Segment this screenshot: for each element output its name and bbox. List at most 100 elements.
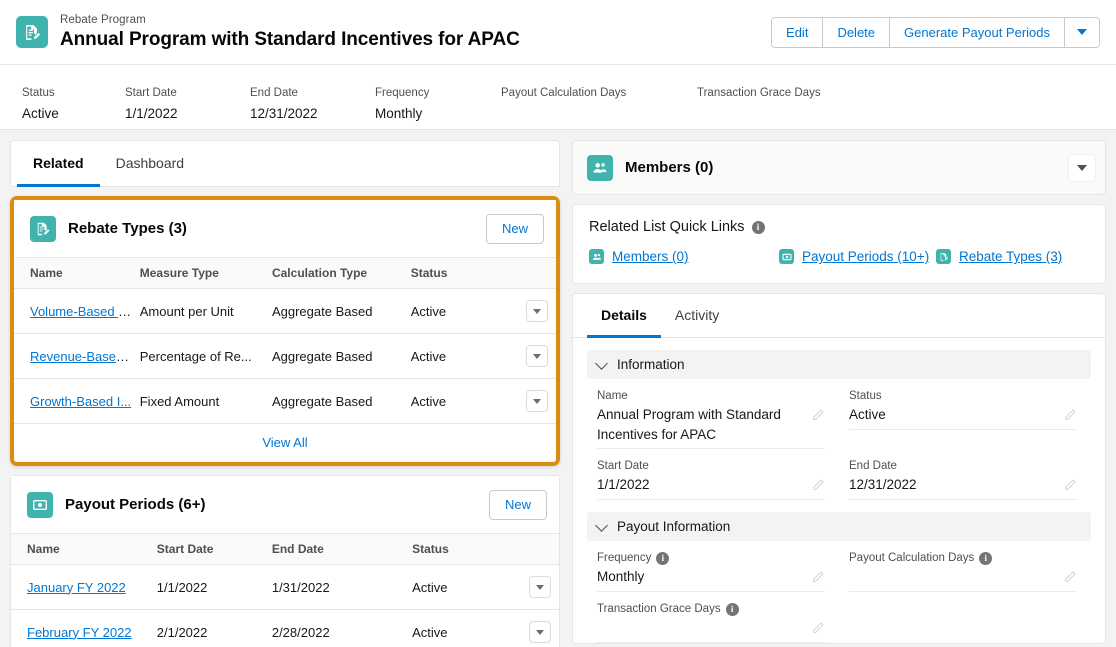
rebate-types-highlight-frame: Rebate Types (3) New NameMeasure TypeCal… [10,196,560,466]
field-value-row[interactable]: Annual Program with Standard Incentives … [597,404,825,449]
highlights-panel: StatusActiveStart Date1/1/2022End Date12… [0,65,1116,130]
edit-button[interactable]: Edit [772,18,823,47]
field-status: StatusActive [839,379,1091,449]
section-title: Information [617,357,685,372]
field-value-row[interactable]: Monthly [597,566,825,592]
field-end-date: End Date12/31/2022 [839,449,1091,500]
edit-pencil-icon[interactable] [1064,408,1077,421]
row-menu-button[interactable] [526,390,548,412]
quick-link-members-0[interactable]: Members (0) [589,249,689,264]
quick-link-rebate-types-3[interactable]: Rebate Types (3) [936,249,1062,264]
payout-periods-cell-end-date: 1/31/2022 [272,565,412,610]
info-icon[interactable]: i [656,552,669,565]
right-column: Members (0) Related List Quick Links i M… [572,140,1106,644]
row-menu-button[interactable] [529,576,551,598]
field-value: 1/1/2022 [597,474,812,495]
chevron-down-icon [533,354,541,359]
payout-periods-col-status: Status [412,534,511,565]
field-start-date: Start Date1/1/2022 [587,449,839,500]
field-label: Frequencyi [597,550,825,566]
tab-dashboard[interactable]: Dashboard [100,142,201,187]
rebate-types-new-button[interactable]: New [486,214,544,244]
payout-periods-row-link[interactable]: January FY 2022 [27,580,126,595]
payout-periods-card: Payout Periods (6+) New NameStart DateEn… [10,475,560,647]
section-fields: FrequencyiMonthlyPayout Calculation Days… [573,541,1105,643]
rebate-types-table: NameMeasure TypeCalculation TypeStatus V… [14,258,556,424]
section-header-payout-information[interactable]: Payout Information [587,512,1091,541]
edit-pencil-icon[interactable] [1064,570,1077,583]
edit-pencil-icon[interactable] [812,408,825,421]
rebate-types-row-actions [508,379,556,424]
payout-periods-col-actions [511,534,559,565]
payout-periods-new-button[interactable]: New [489,490,547,520]
field-label: Transaction Grace Daysi [597,601,825,617]
rebate-types-header: Rebate Types (3) New [14,200,556,258]
more-actions-button[interactable] [1065,18,1099,47]
rebate-types-cell-measure-type: Fixed Amount [140,379,272,424]
field-value-row[interactable] [849,566,1077,592]
details-sections: Information NameAnnual Program with Stand… [573,350,1105,643]
delete-button[interactable]: Delete [823,18,890,47]
rebate-types-row-link[interactable]: Revenue-Based ... [30,349,138,364]
row-menu-button[interactable] [526,345,548,367]
chevron-down-icon [536,630,544,635]
highlight-field-status: StatusActive [22,83,125,124]
info-icon[interactable]: i [726,603,739,616]
rebate-types-header-row: NameMeasure TypeCalculation TypeStatus [14,258,556,289]
chevron-down-icon [1077,165,1087,171]
record-page: Rebate Program Annual Program with Stand… [0,0,1116,647]
left-column: Related Dashboard Rebate Type [10,140,560,647]
payout-periods-col-end-date: End Date [272,534,412,565]
field-value-row[interactable]: 1/1/2022 [597,474,825,500]
edit-pencil-icon[interactable] [812,570,825,583]
payout-periods-row-actions [511,610,559,647]
details-tabs: Details Activity [573,294,1105,338]
members-panel-toggle[interactable] [1069,155,1095,181]
field-value-row[interactable] [597,617,825,643]
rebate-types-col-name: Name [14,258,140,289]
tab-activity[interactable]: Activity [661,295,733,338]
info-icon[interactable]: i [979,552,992,565]
page-title: Annual Program with Standard Incentives … [60,28,520,52]
rebate-types-cell-calculation-type: Aggregate Based [272,379,411,424]
section-fields: NameAnnual Program with Standard Incenti… [573,379,1105,500]
details-card: Details Activity Information NameAnnual P… [572,293,1106,644]
edit-pencil-icon[interactable] [1064,478,1077,491]
quick-link-payout-periods-10[interactable]: Payout Periods (10+) [779,249,929,264]
rebate-types-row-link[interactable]: Growth-Based I... [30,394,131,409]
rebate-types-cell-measure-type: Amount per Unit [140,289,272,334]
rebate-types-view-all[interactable]: View All [14,424,556,462]
record-type-label: Rebate Program [60,13,520,28]
rebate-types-row-link[interactable]: Volume-Based I... [30,304,133,319]
highlight-value: 12/31/2022 [250,104,375,124]
edit-pencil-icon[interactable] [812,478,825,491]
edit-pencil-icon[interactable] [812,621,825,634]
row-menu-button[interactable] [529,621,551,643]
field-value: Monthly [597,566,812,587]
tab-details[interactable]: Details [587,295,661,338]
highlight-label: End Date [250,85,375,102]
row-menu-button[interactable] [526,300,548,322]
section-header-information[interactable]: Information [587,350,1091,379]
quick-link-label: Rebate Types (3) [959,249,1062,264]
rebate-types-cell-calculation-type: Aggregate Based [272,289,411,334]
record-header: Rebate Program Annual Program with Stand… [0,0,1116,65]
info-icon[interactable]: i [752,221,765,234]
field-value: 12/31/2022 [849,474,1064,495]
highlight-label: Payout Calculation Days [501,85,697,102]
chevron-down-icon [536,585,544,590]
field-label: Name [597,388,825,404]
field-value: Active [849,404,1064,425]
field-value-row[interactable]: 12/31/2022 [849,474,1077,500]
highlight-value: 1/1/2022 [125,104,250,124]
tab-related[interactable]: Related [17,142,100,187]
members-panel: Members (0) [572,140,1106,195]
field-value-row[interactable]: Active [849,404,1077,430]
chevron-down-icon [595,357,608,370]
payout-periods-cell-name: February FY 2022 [11,610,157,647]
generate-payout-periods-button[interactable]: Generate Payout Periods [890,18,1065,47]
payout-periods-header-row: NameStart DateEnd DateStatus [11,534,559,565]
chevron-down-icon [533,399,541,404]
rebate-types-cell-measure-type: Percentage of Re... [140,334,272,379]
payout-periods-row-link[interactable]: February FY 2022 [27,625,132,640]
